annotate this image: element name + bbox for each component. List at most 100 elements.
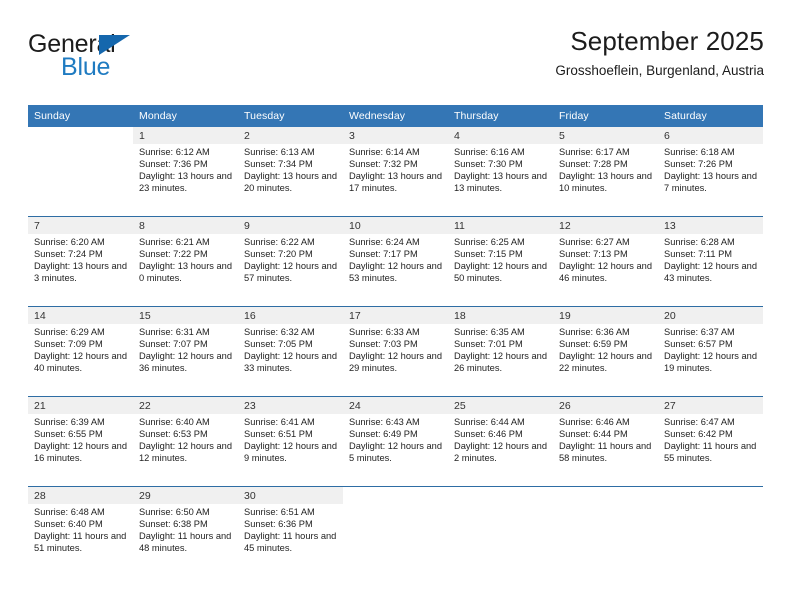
day-details: Sunrise: 6:13 AM Sunset: 7:34 PM Daylight:… xyxy=(238,144,343,195)
day-details: Sunrise: 6:35 AM Sunset: 7:01 PM Daylight:… xyxy=(448,324,553,375)
daylight-text: Daylight: 12 hours and 46 minutes. xyxy=(559,260,653,283)
calendar-cell-day[interactable]: 15 Sunrise: 6:31 AM Sunset: 7:07 PM Dayligh… xyxy=(133,306,238,397)
day-number xyxy=(658,487,763,504)
logo-text-blue: Blue xyxy=(61,53,111,81)
day-number: 1 xyxy=(133,127,238,144)
sunrise-text: Sunrise: 6:29 AM xyxy=(34,327,105,337)
calendar-cell-inner: 27 Sunrise: 6:47 AM Sunset: 6:42 PM Dayligh… xyxy=(658,397,763,486)
calendar-cell-day[interactable]: 25 Sunrise: 6:44 AM Sunset: 6:46 PM Dayligh… xyxy=(448,396,553,487)
calendar-cell-inner xyxy=(28,127,133,216)
sunset-text: Sunset: 7:36 PM xyxy=(139,158,208,169)
calendar-cell-day[interactable]: 26 Sunrise: 6:46 AM Sunset: 6:44 PM Dayligh… xyxy=(553,396,658,487)
calendar-cell-inner: 28 Sunrise: 6:48 AM Sunset: 6:40 PM Dayligh… xyxy=(28,487,133,576)
general-blue-logo[interactable]: General Blue xyxy=(28,30,228,88)
calendar-cell-day[interactable]: 27 Sunrise: 6:47 AM Sunset: 6:42 PM Dayligh… xyxy=(658,396,763,487)
day-details: Sunrise: 6:21 AM Sunset: 7:22 PM Daylight:… xyxy=(133,234,238,285)
sunset-text: Sunset: 7:07 PM xyxy=(139,338,208,349)
calendar-cell-empty xyxy=(343,486,448,576)
calendar-page: General Blue September 2025 Grosshoeflei… xyxy=(0,0,792,612)
title-block: September 2025 Grosshoeflein, Burgenland… xyxy=(555,24,764,81)
calendar-cell-inner: 24 Sunrise: 6:43 AM Sunset: 6:49 PM Dayligh… xyxy=(343,397,448,486)
sunset-text: Sunset: 6:53 PM xyxy=(139,428,208,439)
sunrise-text: Sunrise: 6:21 AM xyxy=(139,237,210,247)
calendar-cell-inner: 12 Sunrise: 6:27 AM Sunset: 7:13 PM Dayligh… xyxy=(553,217,658,306)
calendar-week-row: 28 Sunrise: 6:48 AM Sunset: 6:40 PM Dayligh… xyxy=(28,486,763,576)
calendar-cell-day[interactable]: 19 Sunrise: 6:36 AM Sunset: 6:59 PM Dayligh… xyxy=(553,306,658,397)
calendar-cell-inner: 18 Sunrise: 6:35 AM Sunset: 7:01 PM Dayligh… xyxy=(448,307,553,396)
calendar-cell-day[interactable]: 20 Sunrise: 6:37 AM Sunset: 6:57 PM Dayligh… xyxy=(658,306,763,397)
calendar-cell-day[interactable]: 16 Sunrise: 6:32 AM Sunset: 7:05 PM Dayligh… xyxy=(238,306,343,397)
calendar-cell-day[interactable]: 8 Sunrise: 6:21 AM Sunset: 7:22 PM Daylight… xyxy=(133,216,238,307)
calendar-cell-day[interactable]: 29 Sunrise: 6:50 AM Sunset: 6:38 PM Dayligh… xyxy=(133,486,238,576)
weekday-header-sunday: Sunday xyxy=(28,105,133,127)
calendar-cell-empty xyxy=(28,127,133,217)
day-details: Sunrise: 6:25 AM Sunset: 7:15 PM Daylight:… xyxy=(448,234,553,285)
calendar-cell-day[interactable]: 12 Sunrise: 6:27 AM Sunset: 7:13 PM Dayligh… xyxy=(553,216,658,307)
calendar-cell-inner xyxy=(553,487,658,576)
page-title: September 2025 xyxy=(570,26,764,56)
sunset-text: Sunset: 7:32 PM xyxy=(349,158,418,169)
day-number: 13 xyxy=(658,217,763,234)
day-number: 10 xyxy=(343,217,448,234)
calendar-cell-day[interactable]: 22 Sunrise: 6:40 AM Sunset: 6:53 PM Dayligh… xyxy=(133,396,238,487)
calendar-cell-inner xyxy=(658,487,763,576)
daylight-text: Daylight: 13 hours and 13 minutes. xyxy=(454,170,548,193)
calendar-cell-empty xyxy=(448,486,553,576)
sunrise-text: Sunrise: 6:17 AM xyxy=(559,147,630,157)
daylight-text: Daylight: 13 hours and 7 minutes. xyxy=(664,170,758,193)
calendar-cell-day[interactable]: 11 Sunrise: 6:25 AM Sunset: 7:15 PM Dayligh… xyxy=(448,216,553,307)
calendar-cell-day[interactable]: 7 Sunrise: 6:20 AM Sunset: 7:24 PM Daylight… xyxy=(28,216,133,307)
day-details: Sunrise: 6:39 AM Sunset: 6:55 PM Daylight:… xyxy=(28,414,133,465)
daylight-text: Daylight: 12 hours and 53 minutes. xyxy=(349,260,443,283)
day-number: 19 xyxy=(553,307,658,324)
day-details: Sunrise: 6:18 AM Sunset: 7:26 PM Daylight:… xyxy=(658,144,763,195)
daylight-text: Daylight: 12 hours and 5 minutes. xyxy=(349,440,443,463)
calendar-cell-day[interactable]: 17 Sunrise: 6:33 AM Sunset: 7:03 PM Dayligh… xyxy=(343,306,448,397)
calendar-cell-day[interactable]: 21 Sunrise: 6:39 AM Sunset: 6:55 PM Dayligh… xyxy=(28,396,133,487)
calendar-cell-day[interactable]: 9 Sunrise: 6:22 AM Sunset: 7:20 PM Daylight… xyxy=(238,216,343,307)
calendar-cell-inner: 21 Sunrise: 6:39 AM Sunset: 6:55 PM Dayligh… xyxy=(28,397,133,486)
calendar-cell-day[interactable]: 1 Sunrise: 6:12 AM Sunset: 7:36 PM Daylight… xyxy=(133,127,238,217)
calendar-cell-inner: 3 Sunrise: 6:14 AM Sunset: 7:32 PM Daylight… xyxy=(343,127,448,216)
sunrise-text: Sunrise: 6:32 AM xyxy=(244,327,315,337)
calendar-cell-day[interactable]: 18 Sunrise: 6:35 AM Sunset: 7:01 PM Dayligh… xyxy=(448,306,553,397)
calendar-cell-day[interactable]: 5 Sunrise: 6:17 AM Sunset: 7:28 PM Daylight… xyxy=(553,127,658,217)
calendar-cell-day[interactable]: 2 Sunrise: 6:13 AM Sunset: 7:34 PM Daylight… xyxy=(238,127,343,217)
calendar-cell-day[interactable]: 30 Sunrise: 6:51 AM Sunset: 6:36 PM Dayligh… xyxy=(238,486,343,576)
calendar-cell-day[interactable]: 23 Sunrise: 6:41 AM Sunset: 6:51 PM Dayligh… xyxy=(238,396,343,487)
calendar-cell-inner: 29 Sunrise: 6:50 AM Sunset: 6:38 PM Dayligh… xyxy=(133,487,238,576)
calendar-cell-day[interactable]: 28 Sunrise: 6:48 AM Sunset: 6:40 PM Dayligh… xyxy=(28,486,133,576)
daylight-text: Daylight: 13 hours and 20 minutes. xyxy=(244,170,338,193)
day-details: Sunrise: 6:36 AM Sunset: 6:59 PM Daylight:… xyxy=(553,324,658,375)
sunset-text: Sunset: 7:05 PM xyxy=(244,338,313,349)
calendar-cell-inner: 30 Sunrise: 6:51 AM Sunset: 6:36 PM Dayligh… xyxy=(238,487,343,576)
sunrise-text: Sunrise: 6:39 AM xyxy=(34,417,105,427)
daylight-text: Daylight: 13 hours and 0 minutes. xyxy=(139,260,233,283)
day-number: 23 xyxy=(238,397,343,414)
sunset-text: Sunset: 6:44 PM xyxy=(559,428,628,439)
day-details: Sunrise: 6:16 AM Sunset: 7:30 PM Daylight:… xyxy=(448,144,553,195)
location-subtitle: Grosshoeflein, Burgenland, Austria xyxy=(555,63,764,78)
calendar-cell-inner: 9 Sunrise: 6:22 AM Sunset: 7:20 PM Daylight… xyxy=(238,217,343,306)
calendar-cell-day[interactable]: 24 Sunrise: 6:43 AM Sunset: 6:49 PM Dayligh… xyxy=(343,396,448,487)
sunset-text: Sunset: 6:38 PM xyxy=(139,518,208,529)
sunset-text: Sunset: 6:55 PM xyxy=(34,428,103,439)
daylight-text: Daylight: 12 hours and 40 minutes. xyxy=(34,350,128,373)
calendar-cell-day[interactable]: 10 Sunrise: 6:24 AM Sunset: 7:17 PM Dayligh… xyxy=(343,216,448,307)
sunrise-text: Sunrise: 6:47 AM xyxy=(664,417,735,427)
day-details: Sunrise: 6:50 AM Sunset: 6:38 PM Daylight:… xyxy=(133,504,238,555)
calendar-cell-day[interactable]: 14 Sunrise: 6:29 AM Sunset: 7:09 PM Dayligh… xyxy=(28,306,133,397)
calendar-cell-day[interactable]: 4 Sunrise: 6:16 AM Sunset: 7:30 PM Daylight… xyxy=(448,127,553,217)
day-number: 24 xyxy=(343,397,448,414)
calendar-cell-day[interactable]: 6 Sunrise: 6:18 AM Sunset: 7:26 PM Daylight… xyxy=(658,127,763,217)
calendar-cell-day[interactable]: 3 Sunrise: 6:14 AM Sunset: 7:32 PM Daylight… xyxy=(343,127,448,217)
calendar-week-row: 7 Sunrise: 6:20 AM Sunset: 7:24 PM Daylight… xyxy=(28,216,763,307)
daylight-text: Daylight: 12 hours and 33 minutes. xyxy=(244,350,338,373)
day-number: 6 xyxy=(658,127,763,144)
day-details: Sunrise: 6:37 AM Sunset: 6:57 PM Daylight:… xyxy=(658,324,763,375)
sunrise-text: Sunrise: 6:40 AM xyxy=(139,417,210,427)
sunset-text: Sunset: 7:22 PM xyxy=(139,248,208,259)
sunrise-text: Sunrise: 6:14 AM xyxy=(349,147,420,157)
calendar-cell-day[interactable]: 13 Sunrise: 6:28 AM Sunset: 7:11 PM Dayligh… xyxy=(658,216,763,307)
sunrise-text: Sunrise: 6:18 AM xyxy=(664,147,735,157)
